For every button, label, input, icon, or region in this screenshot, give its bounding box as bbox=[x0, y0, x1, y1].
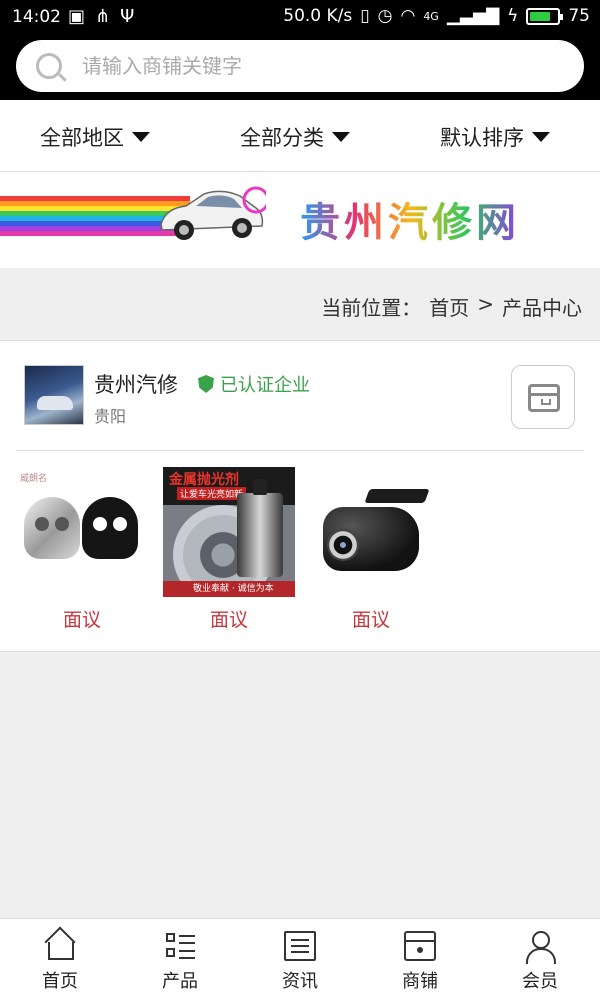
store-icon bbox=[528, 384, 560, 412]
dropdown-arrow-icon bbox=[532, 132, 550, 142]
filter-bar: 全部地区 全部分类 默认排序 bbox=[0, 100, 600, 172]
filter-sort-label: 默认排序 bbox=[440, 126, 524, 150]
filter-sort[interactable]: 默认排序 bbox=[440, 122, 550, 152]
alarm-icon: ◷ bbox=[377, 6, 393, 26]
usb-icon: Ψ bbox=[120, 6, 135, 27]
product-price: 面议 bbox=[351, 609, 390, 631]
product-price: 面议 bbox=[62, 609, 101, 631]
network-type: 4G bbox=[423, 9, 439, 23]
nav-stores-label: 商铺 bbox=[402, 971, 438, 992]
search-input[interactable] bbox=[82, 48, 562, 84]
search-icon bbox=[36, 53, 62, 79]
filter-category[interactable]: 全部分类 bbox=[240, 122, 350, 152]
nav-products-label: 产品 bbox=[162, 971, 198, 992]
nav-stores[interactable]: 商铺 bbox=[360, 919, 480, 1000]
status-bar: 14:02 ▣ ⋔ Ψ 50.0 K/s ▯ ◷ ◠ 4G ▁▃▅▇ ϟ 75 bbox=[0, 0, 600, 36]
signal-icon: ▁▃▅▇ bbox=[446, 6, 500, 26]
product-list-icon bbox=[164, 931, 196, 961]
breadcrumb-current: 产品中心 bbox=[502, 296, 582, 320]
vibrate-icon: ▯ bbox=[360, 6, 370, 26]
banner-car-image bbox=[160, 186, 266, 240]
store-icon bbox=[404, 931, 436, 961]
product-item[interactable]: 威朗名 面议 bbox=[16, 467, 148, 632]
breadcrumb-separator: > bbox=[477, 292, 494, 316]
site-banner[interactable]: 贵州汽修网 bbox=[0, 172, 600, 268]
news-icon bbox=[284, 931, 316, 961]
status-right: 50.0 K/s ▯ ◷ ◠ 4G ▁▃▅▇ ϟ 75 bbox=[283, 6, 590, 26]
nav-products[interactable]: 产品 bbox=[120, 919, 240, 1000]
search-bar[interactable] bbox=[16, 40, 584, 92]
nav-home-label: 首页 bbox=[42, 971, 78, 992]
dropdown-arrow-icon bbox=[132, 132, 150, 142]
divider bbox=[16, 450, 584, 451]
enter-store-button[interactable] bbox=[511, 365, 575, 429]
nav-news-label: 资讯 bbox=[282, 971, 318, 992]
banner-title: 贵州汽修网 bbox=[300, 190, 520, 248]
bottom-nav: 首页 产品 资讯 商铺 会员 bbox=[0, 918, 600, 1000]
shop-city: 贵阳 bbox=[94, 407, 127, 426]
share-notification-icon: ⋔ bbox=[95, 6, 111, 27]
product-item[interactable]: 面议 bbox=[305, 467, 437, 632]
filter-category-label: 全部分类 bbox=[240, 126, 324, 150]
shop-card[interactable]: 贵州汽修 已认证企业 贵阳 威朗名 面议 金属抛光剂 让爱车光亮如新 敬业奉献 ·… bbox=[0, 340, 600, 652]
dash-camera-image[interactable] bbox=[305, 467, 437, 597]
wifi-icon: ◠ bbox=[400, 6, 416, 26]
network-speed: 50.0 K/s bbox=[283, 6, 353, 26]
user-icon bbox=[524, 931, 556, 964]
filter-region[interactable]: 全部地区 bbox=[40, 122, 150, 152]
battery-percent: 75 bbox=[568, 6, 590, 26]
car-polish-image[interactable]: 金属抛光剂 让爱车光亮如新 敬业奉献 · 诚信为本 bbox=[163, 467, 295, 597]
breadcrumb-prefix: 当前位置： bbox=[321, 296, 422, 320]
battery-fill bbox=[530, 11, 550, 21]
top-bar: 14:02 ▣ ⋔ Ψ 50.0 K/s ▯ ◷ ◠ 4G ▁▃▅▇ ϟ 75 bbox=[0, 0, 600, 100]
status-time: 14:02 bbox=[12, 7, 61, 27]
shop-logo[interactable] bbox=[24, 365, 84, 425]
nav-home[interactable]: 首页 bbox=[0, 919, 120, 1000]
image-notification-icon: ▣ bbox=[68, 6, 86, 27]
notification-icons: ▣ ⋔ Ψ bbox=[68, 6, 134, 27]
product-item[interactable]: 金属抛光剂 让爱车光亮如新 敬业奉献 · 诚信为本 面议 bbox=[163, 467, 295, 632]
breadcrumb-home-link[interactable]: 首页 bbox=[429, 292, 469, 321]
battery-icon bbox=[526, 7, 564, 25]
dropdown-arrow-icon bbox=[332, 132, 350, 142]
charging-icon: ϟ bbox=[507, 6, 519, 26]
nav-member-label: 会员 bbox=[522, 971, 558, 992]
nav-news[interactable]: 资讯 bbox=[240, 919, 360, 1000]
verified-label: 已认证企业 bbox=[220, 375, 310, 396]
verified-shield-icon bbox=[198, 375, 214, 393]
shop-name[interactable]: 贵州汽修 bbox=[94, 369, 178, 399]
home-icon bbox=[44, 931, 76, 961]
filter-region-label: 全部地区 bbox=[40, 126, 124, 150]
skull-emblem-image[interactable]: 威朗名 bbox=[16, 467, 148, 597]
verified-badge: 已认证企业 bbox=[198, 371, 310, 397]
nav-member[interactable]: 会员 bbox=[480, 919, 600, 1000]
product-price: 面议 bbox=[209, 609, 248, 631]
breadcrumb: 当前位置： 首页 > 产品中心 bbox=[0, 268, 600, 340]
